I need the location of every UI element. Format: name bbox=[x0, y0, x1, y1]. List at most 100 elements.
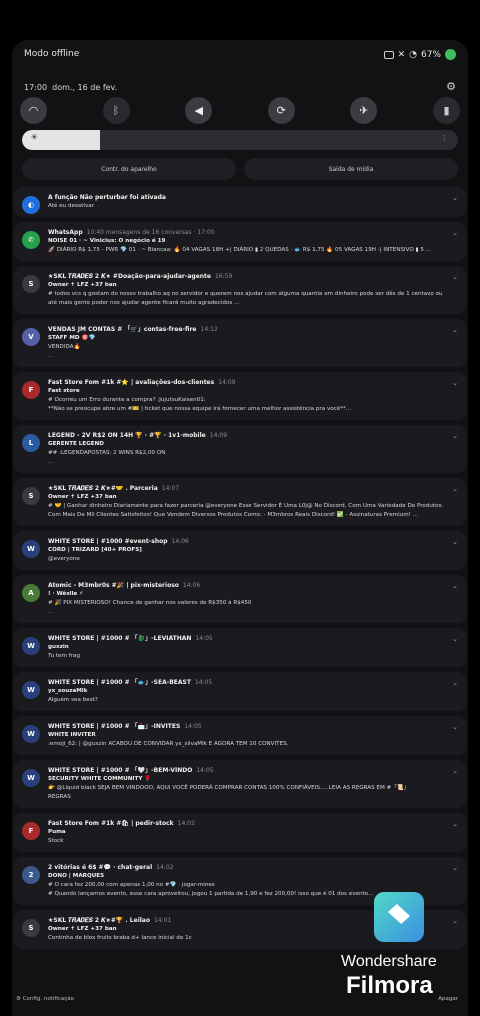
avatar: ✆ bbox=[22, 231, 40, 249]
notification-title-text: Atomic - M3mbr0s #🎉 | pix-misterioso bbox=[48, 582, 179, 589]
notification-time: 14:06 bbox=[182, 582, 201, 589]
more-icon[interactable]: ⋮ bbox=[441, 134, 448, 142]
notification-card[interactable]: V ⌄ VENDAS JM CONTAS # 「🛒」contas-free-fire… bbox=[14, 319, 466, 367]
notification-line: guxzin bbox=[48, 644, 69, 650]
notification-time: 14:05 bbox=[196, 767, 214, 774]
chevron-down-icon[interactable]: ⌄ bbox=[452, 864, 458, 872]
notification-line: Stock bbox=[48, 838, 64, 844]
avatar: W bbox=[22, 681, 40, 699]
chevron-down-icon[interactable]: ⌄ bbox=[452, 723, 458, 731]
notification-title: ★SKL 𝑻𝑹𝑨𝑫𝑬𝑺 2 𝑲★ #Doação-para-ajudar-age… bbox=[48, 272, 446, 281]
notification-title-text: WHITE STORE | #1000 # 「📩」-INVITES bbox=[48, 723, 181, 730]
avatar: W bbox=[22, 725, 40, 743]
notification-line: 👉 @Liquid black SEJA BEM VINDOOO, AQUI V… bbox=[48, 785, 410, 791]
notification-card[interactable]: W ⌄ WHITE STORE | #1000 #event-shop 14:06 CO… bbox=[14, 531, 466, 570]
avatar: W bbox=[22, 769, 40, 787]
notification-time: 14:02 bbox=[156, 864, 174, 871]
notification-card[interactable]: F ⌄ Fast Store Fom #1k #⭐ | avaliações-dos… bbox=[14, 372, 466, 420]
notification-card[interactable]: W ⌄ WHITE STORE | #1000 # 「🤍」-BEM-VINDO 14:… bbox=[14, 760, 466, 808]
notification-card[interactable]: W ⌄ WHITE STORE | #1000 # 「📩」-INVITES 14:05… bbox=[14, 716, 466, 755]
chevron-down-icon[interactable]: ⌄ bbox=[452, 917, 458, 925]
notification-time: 14:02 bbox=[177, 820, 195, 827]
chevron-down-icon[interactable]: ⌄ bbox=[452, 679, 458, 687]
device-control-button[interactable]: Contr. do aparelho bbox=[22, 158, 236, 180]
notification-title: WHITE STORE | #1000 # 「🤍」-BEM-VINDO 14:05 bbox=[48, 766, 446, 775]
wifi-status-icon: ◔ bbox=[409, 49, 417, 60]
chevron-down-icon[interactable]: ⌄ bbox=[452, 582, 458, 590]
media-row: Contr. do aparelho Saída de mídia bbox=[22, 158, 458, 180]
chevron-down-icon[interactable]: ⌄ bbox=[452, 635, 458, 643]
status-bar: Modo offline ✕ ◔ 67% bbox=[24, 49, 456, 63]
chevron-down-icon[interactable]: ⌄ bbox=[452, 820, 458, 828]
offline-mode-label: Modo offline bbox=[24, 49, 80, 59]
notification-card[interactable]: ◐ ⌄ A função Não perturbar foi ativada Até … bbox=[14, 187, 466, 217]
date-bar: 17:00 dom., 16 de fev. ⚙ bbox=[24, 80, 456, 95]
notification-card[interactable]: S ⌄ ★SKL 𝑻𝑹𝑨𝑫𝑬𝑺 2 𝑲★#🤝 . Parceria 14:07 Owne… bbox=[14, 478, 466, 526]
notification-title-text: WHITE STORE | #1000 #event-shop bbox=[48, 538, 168, 545]
bluetooth-icon[interactable]: ᛒ bbox=[102, 97, 130, 124]
notification-title: Atomic - M3mbr0s #🎉 | pix-misterioso 14:0… bbox=[48, 581, 446, 590]
avatar: S bbox=[22, 275, 40, 293]
notification-card[interactable]: L ⌄ LEGEND - 2V R$2 ON 14H 🏆 · #🏆 · 1v1-mo… bbox=[14, 425, 466, 473]
notification-line: GERENTE LEGEND bbox=[48, 441, 104, 447]
avatar: F bbox=[22, 381, 40, 399]
notification-line: yx_souzaMlk bbox=[48, 688, 88, 694]
clear-all-button[interactable]: Apagar bbox=[438, 996, 458, 1002]
quick-settings: ◠ ᛒ ◀ ⟳ ✈ ▮ bbox=[20, 97, 460, 125]
notification-card[interactable]: W ⌄ WHITE STORE | #1000 # 「🐟」-SEA-BEAST 14:… bbox=[14, 672, 466, 711]
sound-icon[interactable]: ◀ bbox=[185, 97, 213, 124]
sun-icon: ☀ bbox=[30, 133, 39, 143]
chevron-down-icon[interactable]: ⌄ bbox=[452, 229, 458, 237]
chevron-down-icon[interactable]: ⌄ bbox=[452, 273, 458, 281]
notification-title: WHITE STORE | #1000 #event-shop 14:06 bbox=[48, 537, 446, 546]
avatar: 2 bbox=[22, 866, 40, 884]
notification-line: Tu tem frag bbox=[48, 653, 80, 659]
notification-line: Fast store bbox=[48, 388, 80, 394]
notification-title: Fast Store Fom #1k #⭐ | avaliações-dos-c… bbox=[48, 378, 446, 387]
mute-icon: ✕ bbox=[397, 49, 406, 60]
flag-icon bbox=[383, 50, 394, 59]
avatar: W bbox=[22, 540, 40, 558]
chevron-down-icon[interactable]: ⌄ bbox=[452, 326, 458, 334]
rotate-icon[interactable]: ⟳ bbox=[267, 97, 295, 124]
notification-card[interactable]: S ⌄ ★SKL 𝑻𝑹𝑨𝑫𝑬𝑺 2 𝑲★ #Doação-para-ajudar-a… bbox=[14, 266, 466, 314]
notification-list: ◐ ⌄ A função Não perturbar foi ativada Até … bbox=[14, 187, 466, 954]
notification-line: Alguém sea best? bbox=[48, 697, 98, 703]
status-icons: ✕ ◔ 67% bbox=[383, 49, 456, 60]
notification-line: **Não se preocupe abre um #🎫 | ticket qu… bbox=[48, 406, 352, 412]
chevron-down-icon[interactable]: ⌄ bbox=[452, 485, 458, 493]
avatar: F bbox=[22, 822, 40, 840]
chevron-down-icon[interactable]: ⌄ bbox=[452, 767, 458, 775]
chevron-down-icon[interactable]: ⌄ bbox=[452, 538, 458, 546]
flashlight-icon[interactable]: ▮ bbox=[432, 97, 460, 124]
watermark-line2: Filmora bbox=[346, 972, 433, 999]
airplane-icon[interactable]: ✈ bbox=[350, 97, 378, 124]
notification-title-text: WhatsApp bbox=[48, 229, 83, 236]
notification-card[interactable]: F ⌄ Fast Store Fom #1k #🛍 | pedir-stock 14:… bbox=[14, 813, 466, 852]
notification-settings-link[interactable]: ⚙ Config. notificação bbox=[16, 996, 74, 1002]
notification-line: # Ocorreu um Erro durante a compra? :Juj… bbox=[48, 397, 206, 403]
battery-icon bbox=[445, 49, 456, 60]
chevron-down-icon[interactable]: ⌄ bbox=[452, 379, 458, 387]
notification-title: WhatsApp 10:40 mensagens de 16 conversas … bbox=[48, 228, 446, 237]
notification-line: SECURITY WHITE COMMUNITY 🌹 bbox=[48, 776, 152, 782]
notification-card[interactable]: W ⌄ WHITE STORE | #1000 # 「🐉」-LEVIATHAN 14:… bbox=[14, 628, 466, 667]
chevron-down-icon[interactable]: ⌄ bbox=[452, 194, 458, 202]
notification-title-text: WHITE STORE | #1000 # 「🐟」-SEA-BEAST bbox=[48, 679, 191, 686]
gear-icon[interactable]: ⚙ bbox=[446, 80, 456, 93]
brightness-slider[interactable]: ☀ ⋮ bbox=[22, 130, 458, 150]
notification-title: 2 vitórias é 6$ #💬 · chat-geral 14:02 bbox=[48, 863, 446, 872]
wifi-icon[interactable]: ◠ bbox=[20, 97, 47, 124]
notification-title-text: ★SKL 𝑻𝑹𝑨𝑫𝑬𝑺 2 𝑲★#🏆 . Leilao bbox=[48, 917, 150, 924]
notification-title-text: Fast Store Fom #1k #🛍 | pedir-stock bbox=[48, 820, 174, 827]
chevron-down-icon[interactable]: ⌄ bbox=[452, 432, 458, 440]
media-output-button[interactable]: Saída de mídia bbox=[244, 158, 458, 180]
notification-line: VENDIDA🔥 bbox=[48, 344, 81, 350]
notification-card[interactable]: ✆ ⌄ WhatsApp 10:40 mensagens de 16 conversa… bbox=[14, 222, 466, 261]
clock-time: 17:00 bbox=[24, 83, 48, 92]
notification-title-text: ★SKL 𝑻𝑹𝑨𝑫𝑬𝑺 2 𝑲★#🤝 . Parceria bbox=[48, 485, 158, 492]
notification-line: Puma bbox=[48, 829, 66, 835]
notification-card[interactable]: A ⌄ Atomic - M3mbr0s #🎉 | pix-misterioso 14… bbox=[14, 575, 466, 623]
battery-label: 67% bbox=[420, 49, 441, 60]
notification-time: 14:09 bbox=[209, 432, 228, 439]
